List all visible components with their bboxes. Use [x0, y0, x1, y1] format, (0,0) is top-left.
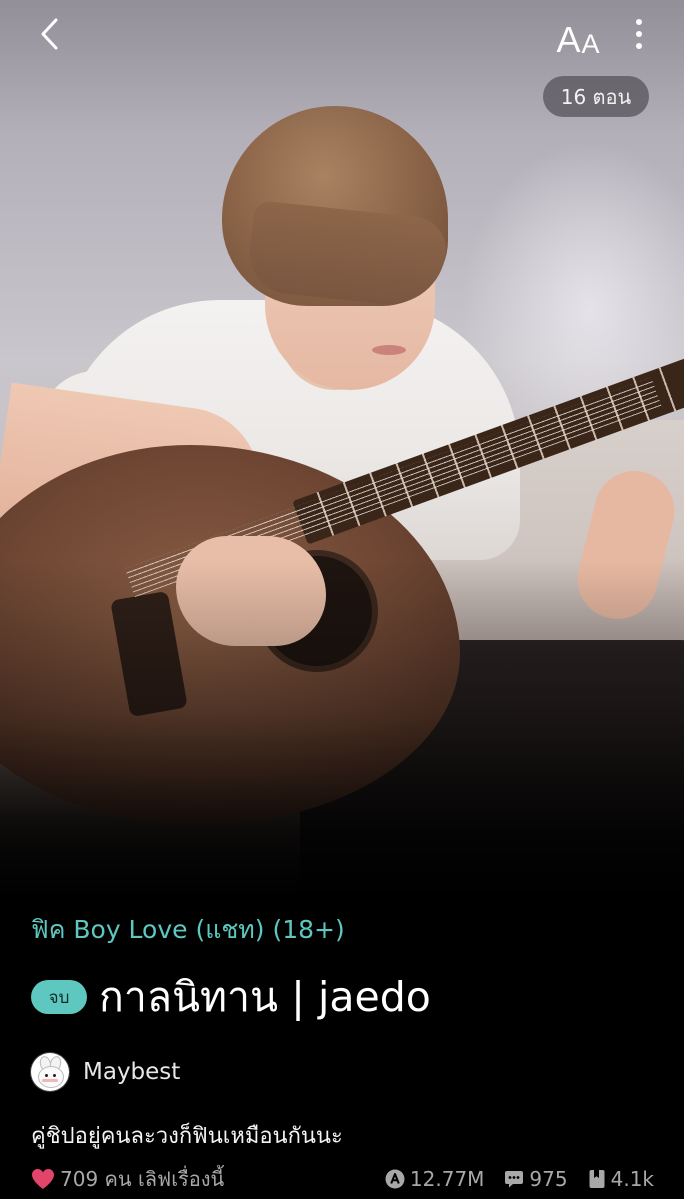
- font-size-label-small: A: [581, 29, 600, 59]
- bookmarks-stat: 4.1k: [588, 1167, 654, 1191]
- genre-label[interactable]: ฟิค Boy Love (แชท) (18+): [31, 910, 345, 950]
- story-detail-screen: AA 16 ตอน ฟิค Boy Love (แชท) (18+) จบ กา…: [0, 0, 684, 1199]
- avatar[interactable]: [31, 1053, 69, 1091]
- bookmarks-count: 4.1k: [610, 1167, 654, 1191]
- love-stat[interactable]: 709 คน เลิฟเรื่องนี้: [31, 1162, 224, 1196]
- status-badge: จบ: [31, 980, 87, 1014]
- more-options-button[interactable]: [622, 12, 656, 56]
- back-button[interactable]: [28, 12, 72, 56]
- story-stats: 12.77M 975 4.1k: [365, 1162, 654, 1196]
- cover-image: [0, 0, 684, 900]
- reads-count: 12.77M: [409, 1167, 485, 1191]
- comments-stat: 975: [504, 1167, 568, 1191]
- comment-icon: [504, 1169, 524, 1189]
- font-size-button[interactable]: AA: [550, 10, 606, 58]
- font-size-label-big: A: [556, 19, 581, 60]
- story-title: กาลนิทาน | jaedo: [99, 973, 431, 1021]
- title-row: จบ กาลนิทาน | jaedo: [31, 962, 431, 1032]
- reads-stat: 12.77M: [385, 1167, 485, 1191]
- author-row[interactable]: Maybest: [31, 1052, 180, 1092]
- more-vertical-icon: [636, 19, 642, 49]
- love-count-text: 709 คน เลิฟเรื่องนี้: [60, 1167, 225, 1191]
- author-name[interactable]: Maybest: [83, 1052, 180, 1092]
- episode-count-badge[interactable]: 16 ตอน: [543, 76, 649, 117]
- chevron-left-icon: [41, 18, 58, 50]
- top-bar: AA 16 ตอน: [0, 0, 684, 117]
- reads-icon: [385, 1169, 405, 1189]
- book-icon: [588, 1169, 606, 1189]
- comments-count: 975: [529, 1167, 568, 1191]
- heart-icon: [31, 1168, 55, 1190]
- story-tagline: คู่ชิปอยู่คนละวงก็ฟินเหมือนกันนะ: [31, 1124, 343, 1149]
